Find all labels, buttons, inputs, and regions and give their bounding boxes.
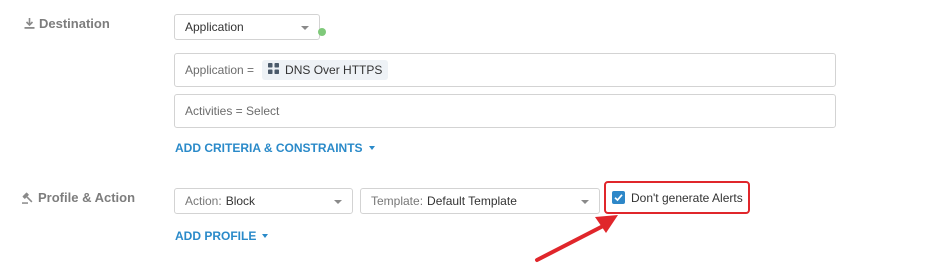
caret-down-icon	[368, 146, 375, 150]
destination-type-dropdown[interactable]: Application	[174, 14, 320, 40]
application-field[interactable]: Application = DNS Over HTTPS	[174, 53, 836, 87]
alerts-checkbox[interactable]	[612, 191, 625, 204]
add-profile-link[interactable]: ADD PROFILE	[175, 229, 269, 243]
template-dropdown[interactable]: Template: Default Template	[360, 188, 600, 214]
application-field-prefix: Application =	[185, 63, 255, 77]
chevron-down-icon	[581, 200, 589, 204]
profile-action-label: Profile & Action	[22, 190, 135, 205]
activities-field-text: Activities = Select	[185, 104, 280, 118]
alerts-checkbox-label: Don't generate Alerts	[631, 190, 743, 205]
add-criteria-label: ADD CRITERIA & CONSTRAINTS	[175, 141, 363, 155]
activities-field[interactable]: Activities = Select	[174, 94, 836, 128]
action-dropdown[interactable]: Action: Block	[174, 188, 353, 214]
template-value: Default Template	[427, 194, 517, 208]
annotation-arrow	[535, 215, 618, 262]
caret-down-icon	[262, 234, 269, 238]
add-profile-label: ADD PROFILE	[175, 229, 257, 243]
destination-label-text: Destination	[39, 16, 110, 31]
application-chip[interactable]: DNS Over HTTPS	[262, 60, 389, 80]
gavel-icon	[22, 192, 34, 204]
download-icon	[24, 18, 35, 29]
chevron-down-icon	[334, 200, 342, 204]
destination-type-value: Application	[185, 20, 244, 34]
action-value: Block	[225, 194, 256, 208]
chevron-down-icon	[301, 26, 309, 30]
dont-generate-alerts-option[interactable]: Don't generate Alerts	[604, 181, 750, 214]
application-chip-label: DNS Over HTTPS	[285, 63, 383, 77]
add-criteria-link[interactable]: ADD CRITERIA & CONSTRAINTS	[175, 141, 375, 155]
destination-label: Destination	[24, 16, 110, 31]
status-indicator	[318, 28, 326, 36]
profile-action-label-text: Profile & Action	[38, 190, 136, 205]
template-prefix: Template:	[371, 194, 424, 208]
check-icon	[614, 194, 623, 202]
action-prefix: Action:	[185, 194, 222, 208]
app-grid-icon	[268, 63, 280, 77]
